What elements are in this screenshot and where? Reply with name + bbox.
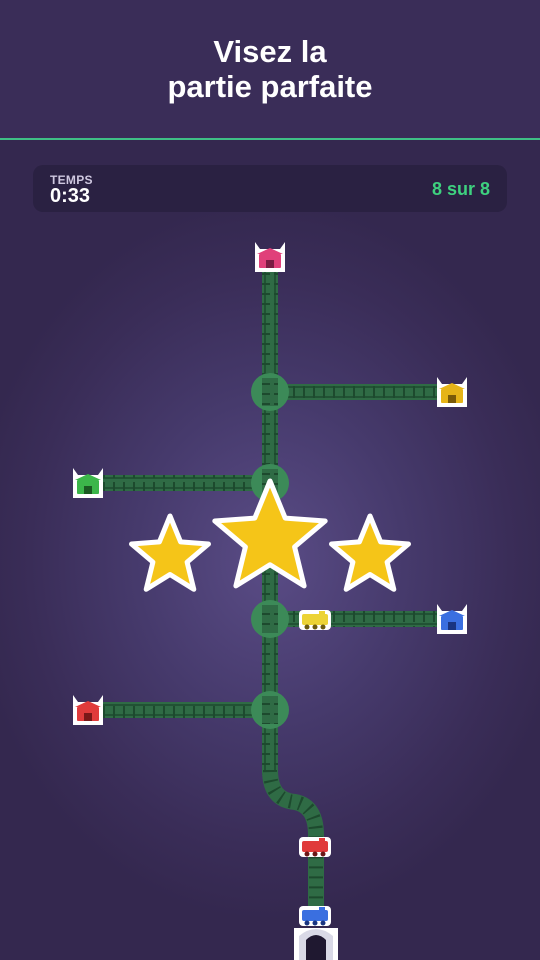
red-station — [73, 695, 103, 725]
star-icon-left — [129, 513, 211, 592]
yellow-station — [437, 377, 467, 407]
switch-1[interactable] — [251, 373, 289, 411]
switch-3[interactable] — [251, 600, 289, 638]
branch-track-green — [100, 475, 262, 491]
blue-station — [437, 604, 467, 634]
pink-station — [255, 242, 285, 272]
green-station — [73, 468, 103, 498]
yellow-train — [299, 610, 331, 630]
red-train — [299, 837, 331, 857]
branch-track-red — [100, 702, 262, 718]
switch-4[interactable] — [251, 691, 289, 729]
star-icon-right — [329, 513, 411, 592]
game-board — [73, 242, 467, 960]
blue-train — [299, 906, 331, 926]
branch-track-yellow — [278, 384, 440, 400]
tunnel-icon — [294, 928, 338, 960]
main-track — [262, 268, 324, 918]
